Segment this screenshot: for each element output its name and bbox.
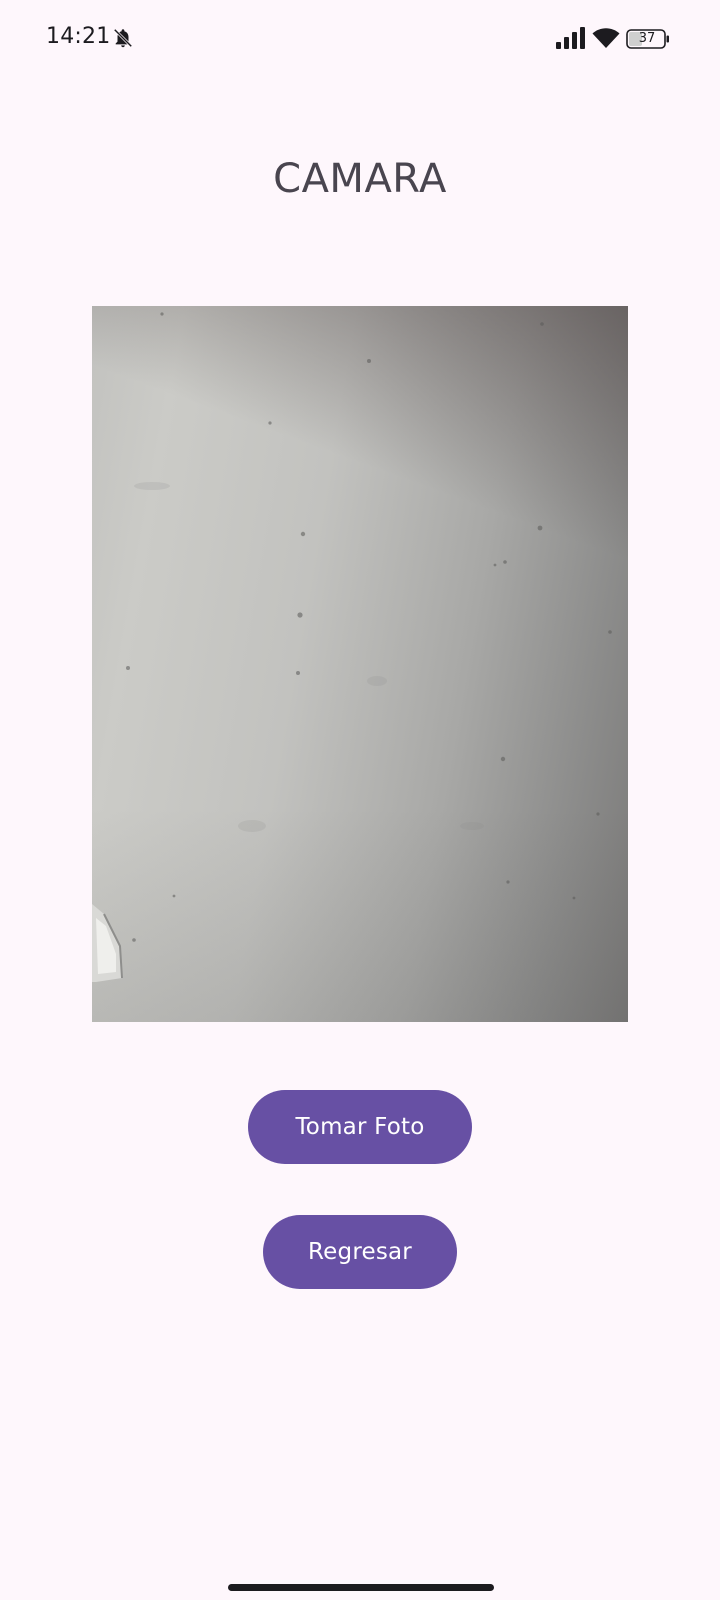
take-photo-button[interactable]: Tomar Foto <box>248 1090 472 1164</box>
home-indicator[interactable] <box>228 1584 494 1591</box>
battery-level: 37 <box>638 31 656 46</box>
status-time: 14:21 <box>46 24 111 49</box>
signal-icon <box>556 27 585 49</box>
status-bar: 14:21 37 <box>0 0 720 80</box>
camera-preview <box>92 306 628 1022</box>
back-button[interactable]: Regresar <box>263 1215 457 1289</box>
bell-off-icon <box>113 28 133 48</box>
wall-switch-edge <box>92 904 123 982</box>
wifi-icon <box>592 28 620 48</box>
preview-texture <box>92 312 612 982</box>
page-title: CAMARA <box>273 156 447 202</box>
